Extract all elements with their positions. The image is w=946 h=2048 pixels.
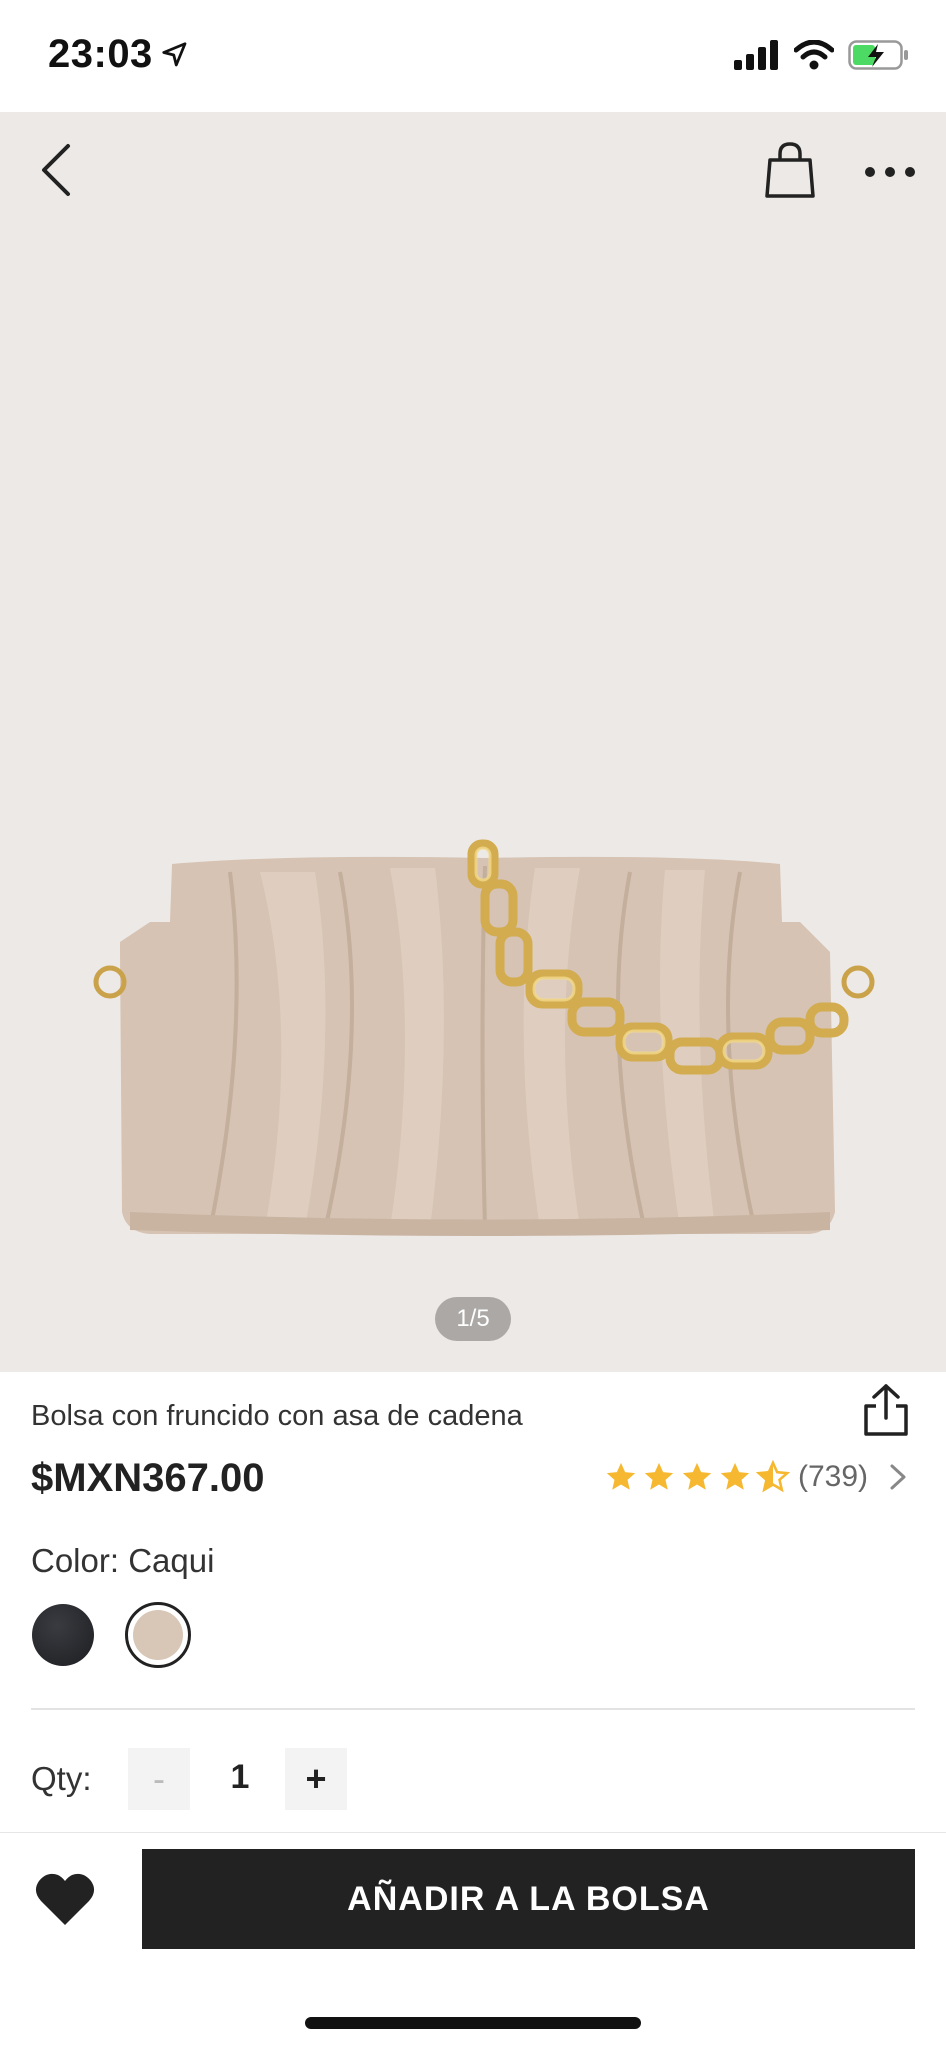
image-counter: 1/5: [435, 1297, 511, 1341]
location-arrow-icon: [162, 42, 187, 67]
rating-stars: [604, 1460, 790, 1494]
star-icon: [644, 1462, 674, 1490]
product-title: Bolsa con fruncido con asa de cadena: [31, 1400, 523, 1432]
share-icon[interactable]: [860, 1382, 912, 1438]
more-options-icon[interactable]: [860, 152, 920, 192]
product-photo: [93, 839, 875, 1236]
color-swatch-black[interactable]: [32, 1604, 94, 1666]
quantity-decrease-button[interactable]: -: [128, 1748, 190, 1810]
rating-summary[interactable]: (739): [604, 1460, 910, 1494]
home-indicator: [305, 2017, 641, 2029]
shopping-bag-icon[interactable]: [760, 138, 820, 202]
heart-icon[interactable]: [34, 1871, 96, 1927]
status-bar: 23:03: [0, 0, 946, 112]
chevron-right-icon: [890, 1464, 906, 1490]
quantity-label: Qty:: [31, 1760, 92, 1797]
divider: [31, 1708, 915, 1710]
color-swatch-caqui[interactable]: [125, 1602, 191, 1668]
product-image-gallery[interactable]: 1/5: [0, 112, 946, 1372]
star-half-icon: [755, 1460, 790, 1493]
product-price: $MXN367.00: [31, 1456, 265, 1500]
review-count: (739): [797, 1460, 868, 1493]
signal-icon: [734, 40, 778, 70]
bottom-action-bar: AÑADIR A LA BOLSA: [0, 1832, 946, 2048]
wifi-icon: [794, 40, 834, 70]
quantity-value: 1: [230, 1758, 250, 1796]
star-icon: [720, 1462, 750, 1490]
status-time: 23:03: [48, 32, 153, 76]
star-icon: [682, 1462, 712, 1490]
color-swatch-caqui-fill: [133, 1610, 183, 1660]
battery-charging-icon: [848, 40, 908, 70]
color-label: Color: Caqui: [31, 1542, 215, 1579]
add-to-bag-button[interactable]: AÑADIR A LA BOLSA: [142, 1849, 915, 1949]
quantity-increase-button[interactable]: +: [285, 1748, 347, 1810]
back-icon[interactable]: [32, 140, 82, 200]
star-icon: [606, 1462, 636, 1490]
